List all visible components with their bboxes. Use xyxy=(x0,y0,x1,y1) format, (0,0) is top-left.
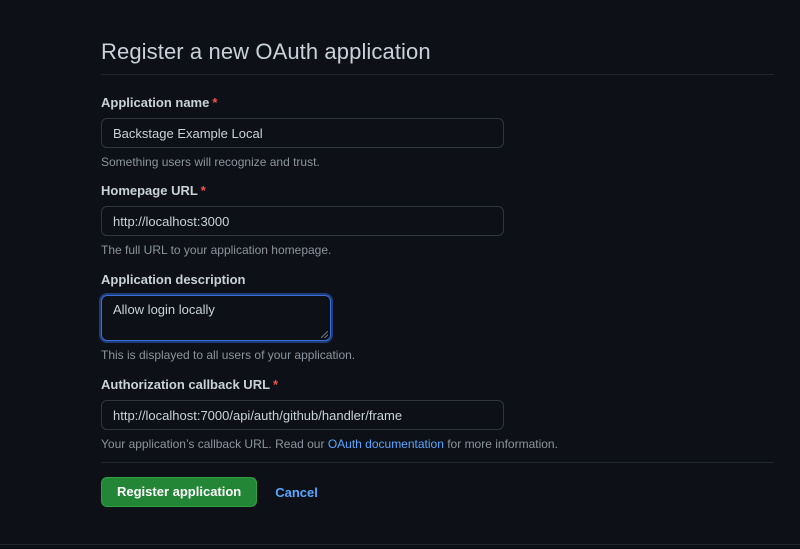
callback-url-label: Authorization callback URL * xyxy=(101,376,558,394)
required-marker: * xyxy=(273,377,279,392)
app-name-label: Application name * xyxy=(101,94,504,112)
callback-note-suffix: for more information. xyxy=(443,437,558,451)
form-container: Register a new OAuth application Applica… xyxy=(101,36,774,507)
description-label-text: Application description xyxy=(101,272,246,287)
callback-url-note: Your application’s callback URL. Read ou… xyxy=(101,436,558,452)
oauth-registration-page: Register a new OAuth application Applica… xyxy=(0,0,800,549)
homepage-url-field-group: Homepage URL* The full URL to your appli… xyxy=(101,182,504,258)
homepage-url-input[interactable] xyxy=(101,206,504,236)
homepage-url-label-text: Homepage URL xyxy=(101,183,198,198)
required-marker: * xyxy=(212,95,218,110)
app-name-field-group: Application name* Something users will r… xyxy=(101,94,504,170)
oauth-documentation-link[interactable]: OAuth documentation xyxy=(328,437,444,451)
footer-divider xyxy=(0,544,800,545)
description-field-group: Application description Allow login loca… xyxy=(101,271,355,363)
app-name-input[interactable] xyxy=(101,118,504,148)
register-application-button[interactable]: Register application xyxy=(101,477,258,507)
required-marker: * xyxy=(200,183,206,198)
form-divider xyxy=(101,462,774,463)
resize-handle-icon[interactable] xyxy=(321,331,328,338)
form-actions: Register application Cancel xyxy=(101,477,318,507)
app-name-label-text: Application name xyxy=(101,95,210,110)
callback-url-field-group: Authorization callback URL* Your applica… xyxy=(101,376,558,452)
page-title: Register a new OAuth application xyxy=(101,36,774,75)
description-note: This is displayed to all users of your a… xyxy=(101,348,356,362)
homepage-url-label: Homepage URL * xyxy=(101,182,504,200)
description-textarea-wrapper: Allow login locally xyxy=(101,295,331,341)
callback-url-input[interactable] xyxy=(101,400,504,430)
cancel-link[interactable]: Cancel xyxy=(275,485,318,500)
homepage-url-note: The full URL to your application homepag… xyxy=(101,243,332,257)
callback-note-prefix: Your application’s callback URL. Read ou… xyxy=(101,437,328,451)
app-name-note: Something users will recognize and trust… xyxy=(101,155,320,169)
description-textarea[interactable]: Allow login locally xyxy=(101,295,331,341)
description-label: Application description xyxy=(101,271,355,289)
callback-url-label-text: Authorization callback URL xyxy=(101,377,271,392)
